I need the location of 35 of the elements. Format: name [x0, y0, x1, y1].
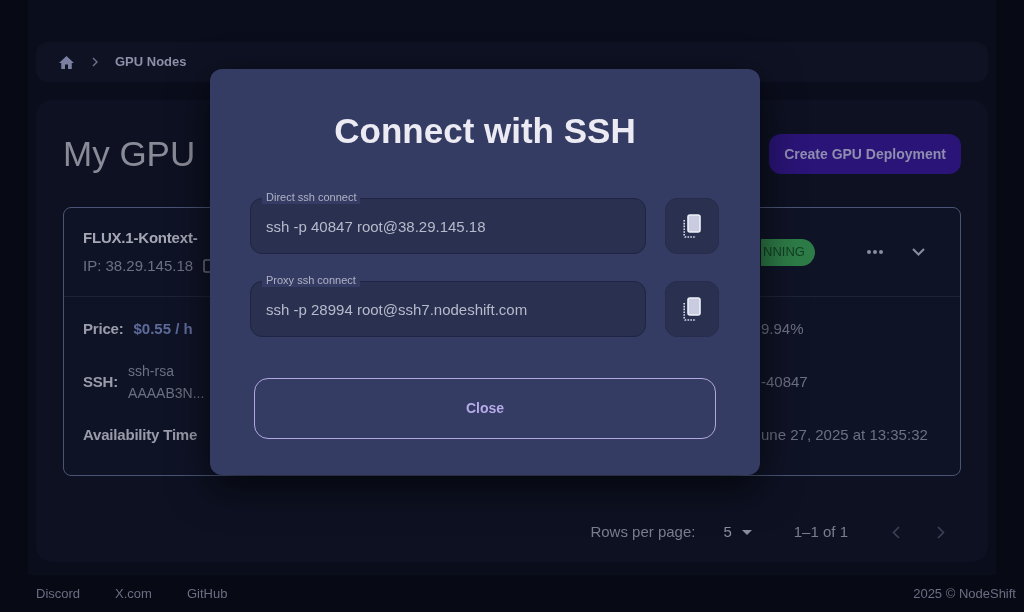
caret-down-icon [741, 529, 752, 535]
row-label: SSH: [83, 371, 119, 392]
copy-icon [683, 297, 701, 321]
field-label: Proxy ssh connect [262, 273, 360, 287]
ssh-key-text: ssh-rsa [128, 362, 174, 381]
close-button[interactable]: Close [254, 378, 716, 439]
row-value: -40847 [761, 371, 808, 392]
row-label: Price: [83, 318, 124, 339]
more-icon[interactable] [866, 250, 883, 254]
row-value: $0.55 / h [133, 318, 193, 339]
rows-per-page-label: Rows per page: [590, 521, 696, 542]
copy-button[interactable] [665, 281, 719, 337]
breadcrumb-current: GPU Nodes [115, 53, 187, 72]
row-label: Availability Time [83, 424, 198, 445]
rows-per-page-select[interactable]: 5 [723, 520, 752, 544]
copyright-text: 2025 © NodeShift [913, 584, 1016, 603]
footer-link[interactable]: GitHub [186, 583, 228, 604]
create-deployment-button[interactable]: Create GPU Deployment [769, 134, 961, 174]
footer-link[interactable]: X.com [115, 583, 152, 604]
row-value: 9.94% [761, 318, 804, 339]
ssh-key-text: AAAAB3N... [128, 384, 205, 403]
status-badge: NNING [761, 238, 815, 266]
chevron-down-icon[interactable] [911, 248, 925, 256]
page-range: 1–1 of 1 [793, 521, 848, 542]
page-title: My GPU [63, 134, 196, 174]
node-name: FLUX.1-Kontext- [83, 228, 198, 248]
copy-icon [683, 214, 701, 238]
copy-button[interactable] [665, 198, 719, 254]
field-label: Direct ssh connect [262, 190, 361, 204]
row-value: une 27, 2025 at 13:35:32 [761, 424, 928, 445]
chevron-right-icon [92, 57, 98, 67]
node-ip: IP: 38.29.145.18 [83, 256, 194, 276]
footer-link[interactable]: Discord [36, 583, 81, 604]
home-icon[interactable] [59, 55, 74, 69]
dialog-title: Connect with SSH [333, 111, 637, 151]
